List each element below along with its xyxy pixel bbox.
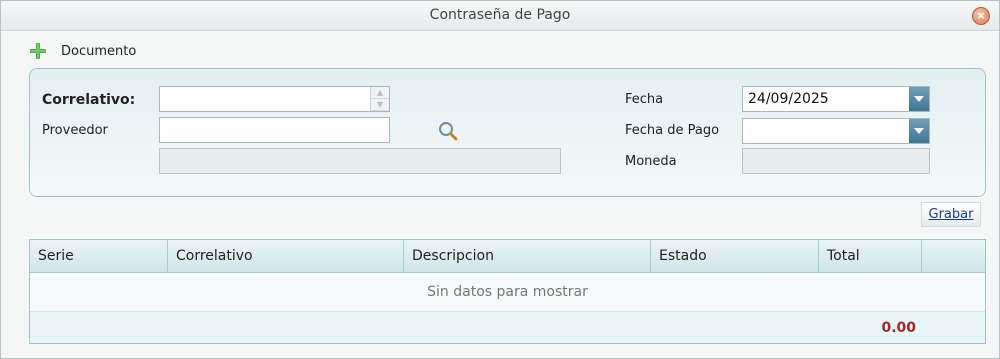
empty-message: Sin datos para mostrar (30, 273, 985, 312)
column-header-descripcion[interactable]: Descripcion (404, 240, 651, 272)
close-icon[interactable]: × (972, 7, 990, 25)
fecha-label: Fecha (625, 92, 664, 107)
correlativo-input[interactable]: ▲ ▼ (159, 86, 390, 112)
spin-up-icon[interactable]: ▲ (371, 87, 389, 99)
fecha-datepicker[interactable]: 24/09/2025 (742, 86, 930, 112)
moneda-label: Moneda (625, 154, 677, 169)
form-panel: Correlativo: ▲ ▼ Proveedor Fecha 24/09/2… (29, 68, 986, 197)
column-header-total[interactable]: Total (819, 240, 922, 272)
proveedor-input[interactable] (159, 117, 390, 143)
column-label: Correlativo (176, 248, 253, 264)
fecha-value: 24/09/2025 (748, 91, 829, 107)
grid-footer: 0.00 (30, 312, 985, 343)
data-grid: Serie Correlativo Descripcion Estado Tot… (29, 239, 986, 344)
title-bar: Contraseña de Pago × (1, 1, 999, 31)
proveedor-name-field (159, 148, 561, 174)
search-icon[interactable] (438, 121, 458, 141)
column-header-estado[interactable]: Estado (651, 240, 819, 272)
document-label: Documento (61, 44, 137, 59)
correlativo-spinner[interactable]: ▲ ▼ (370, 87, 389, 111)
column-label: Serie (38, 248, 74, 264)
correlativo-label: Correlativo: (42, 92, 136, 108)
column-label: Total (827, 248, 860, 264)
column-header-actions (922, 240, 985, 272)
fecha-pago-label: Fecha de Pago (625, 123, 720, 138)
moneda-field (742, 148, 930, 174)
column-label: Descripcion (412, 248, 494, 264)
proveedor-label: Proveedor (42, 123, 108, 138)
save-button[interactable]: Grabar (921, 202, 981, 227)
fecha-pago-datepicker[interactable] (742, 118, 930, 144)
column-header-correlativo[interactable]: Correlativo (168, 240, 404, 272)
column-label: Estado (659, 248, 707, 264)
fecha-pago-dropdown-icon[interactable] (909, 119, 929, 143)
column-header-serie[interactable]: Serie (30, 240, 168, 272)
dialog-window: Contraseña de Pago × Documento Correlati… (0, 0, 1000, 359)
total-value: 0.00 (881, 320, 916, 336)
plus-icon (30, 43, 46, 59)
spin-down-icon[interactable]: ▼ (371, 99, 389, 111)
grid-header: Serie Correlativo Descripcion Estado Tot… (30, 240, 985, 273)
fecha-dropdown-icon[interactable] (909, 87, 929, 111)
window-title: Contraseña de Pago (429, 7, 571, 23)
